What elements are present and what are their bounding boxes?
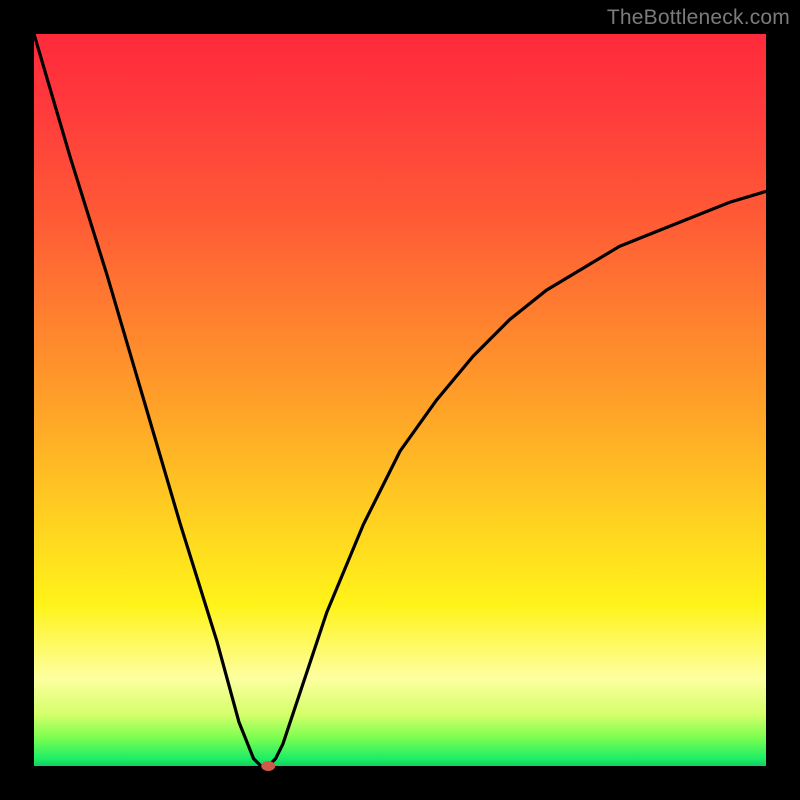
curve-line xyxy=(34,34,766,766)
plot-area xyxy=(34,34,766,766)
watermark-text: TheBottleneck.com xyxy=(607,6,790,30)
bottleneck-curve xyxy=(34,34,766,766)
optimal-marker xyxy=(261,761,275,771)
chart-frame: TheBottleneck.com xyxy=(0,0,800,800)
